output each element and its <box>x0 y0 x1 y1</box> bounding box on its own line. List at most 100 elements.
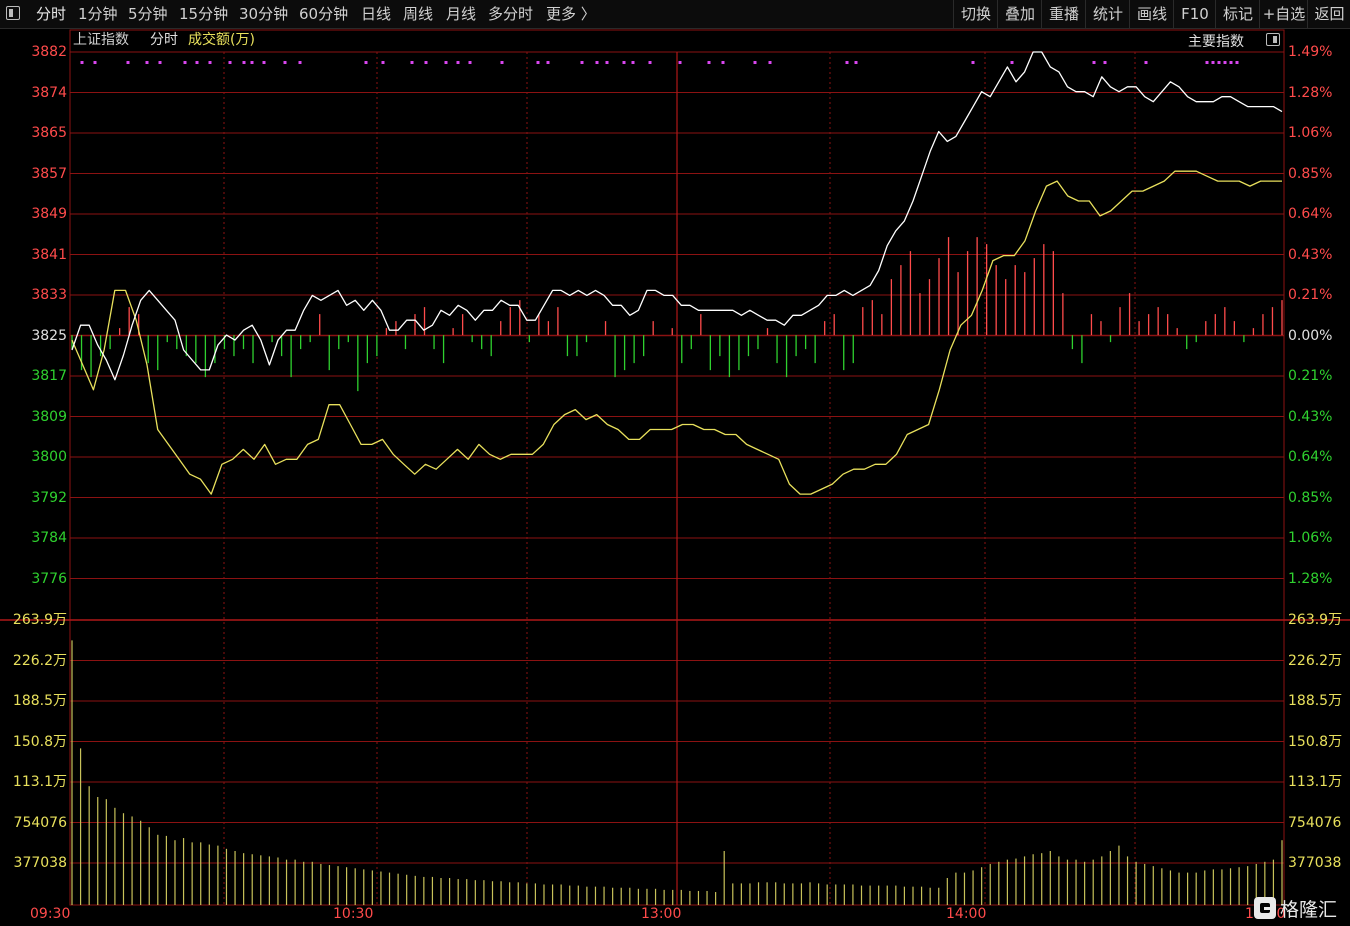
signal-dot <box>1010 61 1014 64</box>
signal-dot <box>250 61 254 64</box>
main-index-label: 主要指数 <box>1188 34 1244 50</box>
signal-dot <box>721 61 725 64</box>
pct-tick-label: 0.43% <box>1288 246 1333 263</box>
signal-dot <box>1229 61 1233 64</box>
intraday-chart[interactable] <box>0 0 1350 925</box>
signal-dot <box>1223 61 1227 64</box>
price-tick-label: 3784 <box>31 530 67 546</box>
volume-unit-label: 成交额(万) <box>188 32 255 48</box>
signal-dot <box>707 61 711 64</box>
price-tick-label: 3874 <box>31 84 67 101</box>
price-tick-label: 3841 <box>31 246 67 263</box>
volume-tick-label: 226.2万 <box>12 652 67 669</box>
price-tick-label: 3833 <box>31 287 67 303</box>
volume-tick-label: 188.5万 <box>12 693 67 709</box>
pct-tick-label: 1.06% <box>1288 530 1333 546</box>
signal-dot <box>622 61 626 64</box>
volume-tick-label: 150.8万 <box>12 733 67 750</box>
pct-tick-label: 1.06% <box>1288 125 1333 141</box>
price-tick-label: 3817 <box>31 368 67 384</box>
signal-dot <box>1103 61 1107 64</box>
price-tick-label: 3857 <box>31 165 67 182</box>
signal-dot <box>753 61 757 64</box>
signal-dot <box>854 61 858 64</box>
volume-tick-label: 113.1万 <box>1288 774 1343 790</box>
pct-tick-label: 1.49% <box>1288 44 1333 60</box>
pct-tick-label: 0.21% <box>1288 368 1333 384</box>
signal-dot <box>1217 61 1221 64</box>
signal-dot <box>768 61 772 64</box>
pct-tick-label: 0.64% <box>1288 449 1333 465</box>
signal-dot <box>546 61 550 64</box>
signal-dot <box>424 61 428 64</box>
volume-tick-label: 377038 <box>13 855 67 871</box>
price-tick-label: 3776 <box>31 570 67 587</box>
signal-dot <box>500 61 504 64</box>
signal-dot <box>208 61 212 64</box>
signal-dot <box>631 61 635 64</box>
signal-dot <box>595 61 599 64</box>
signal-dot <box>580 61 584 64</box>
signal-dot <box>183 61 187 64</box>
signal-dot <box>1211 61 1215 64</box>
volume-tick-label: 377038 <box>1288 855 1342 871</box>
signal-dot <box>648 61 652 64</box>
pct-tick-label: 1.28% <box>1288 84 1333 101</box>
svg-text:格隆汇: 格隆汇 <box>1280 899 1337 921</box>
price-tick-label: 3882 <box>31 44 67 60</box>
brand-logo: 格隆汇 <box>1252 892 1350 922</box>
signal-dot <box>262 61 266 64</box>
time-label-1300: 13:00 <box>641 906 682 922</box>
time-label-1030: 10:30 <box>333 906 374 922</box>
signal-dot <box>298 61 302 64</box>
volume-tick-label: 263.9万 <box>12 612 67 628</box>
time-label-0930: 09:30 <box>30 906 71 922</box>
signal-dot <box>605 61 609 64</box>
volume-tick-label: 263.9万 <box>1288 612 1343 628</box>
pct-tick-label: 0.85% <box>1288 165 1333 182</box>
signal-dot <box>468 61 472 64</box>
signal-dot <box>126 61 130 64</box>
signal-dot <box>1092 61 1096 64</box>
signal-dot <box>80 61 84 64</box>
price-tick-label: 3865 <box>31 125 67 141</box>
signal-dot <box>93 61 97 64</box>
signal-dot <box>410 61 414 64</box>
pct-tick-label: 0.64% <box>1288 206 1333 222</box>
signal-dot <box>145 61 149 64</box>
signal-dot <box>283 61 287 64</box>
volume-tick-label: 226.2万 <box>1288 652 1343 669</box>
signal-dot <box>971 61 975 64</box>
price-tick-label: 3800 <box>31 449 67 465</box>
volume-tick-label: 150.8万 <box>1288 733 1343 750</box>
price-tick-label: 3792 <box>31 489 67 506</box>
signal-dot <box>678 61 682 64</box>
price-tick-label: 3809 <box>31 408 67 425</box>
signal-dot <box>1205 61 1209 64</box>
main-index-toggle-icon[interactable] <box>1266 33 1280 46</box>
volume-tick-label: 754076 <box>13 814 67 831</box>
price-tick-label: 3825 <box>31 327 67 344</box>
signal-dot <box>242 61 246 64</box>
pct-tick-label: 0.21% <box>1288 287 1333 303</box>
signal-dot <box>1144 61 1148 64</box>
pct-tick-label: 1.28% <box>1288 570 1333 587</box>
pct-tick-label: 0.85% <box>1288 489 1333 506</box>
signal-dot <box>1235 61 1239 64</box>
signal-dot <box>158 61 162 64</box>
signal-dot <box>456 61 460 64</box>
volume-tick-label: 113.1万 <box>12 774 67 790</box>
index-name: 上证指数 <box>73 32 129 48</box>
price-tick-label: 3849 <box>31 206 67 222</box>
pct-tick-label: 0.00% <box>1288 327 1333 344</box>
volume-tick-label: 188.5万 <box>1288 693 1343 709</box>
signal-dot <box>228 61 232 64</box>
signal-dot <box>536 61 540 64</box>
signal-dot <box>444 61 448 64</box>
pct-tick-label: 0.43% <box>1288 408 1333 425</box>
mode-label: 分时 <box>150 32 178 48</box>
signal-dot <box>381 61 385 64</box>
signal-dot <box>364 61 368 64</box>
time-label-1400: 14:00 <box>946 906 987 922</box>
signal-dot <box>845 61 849 64</box>
